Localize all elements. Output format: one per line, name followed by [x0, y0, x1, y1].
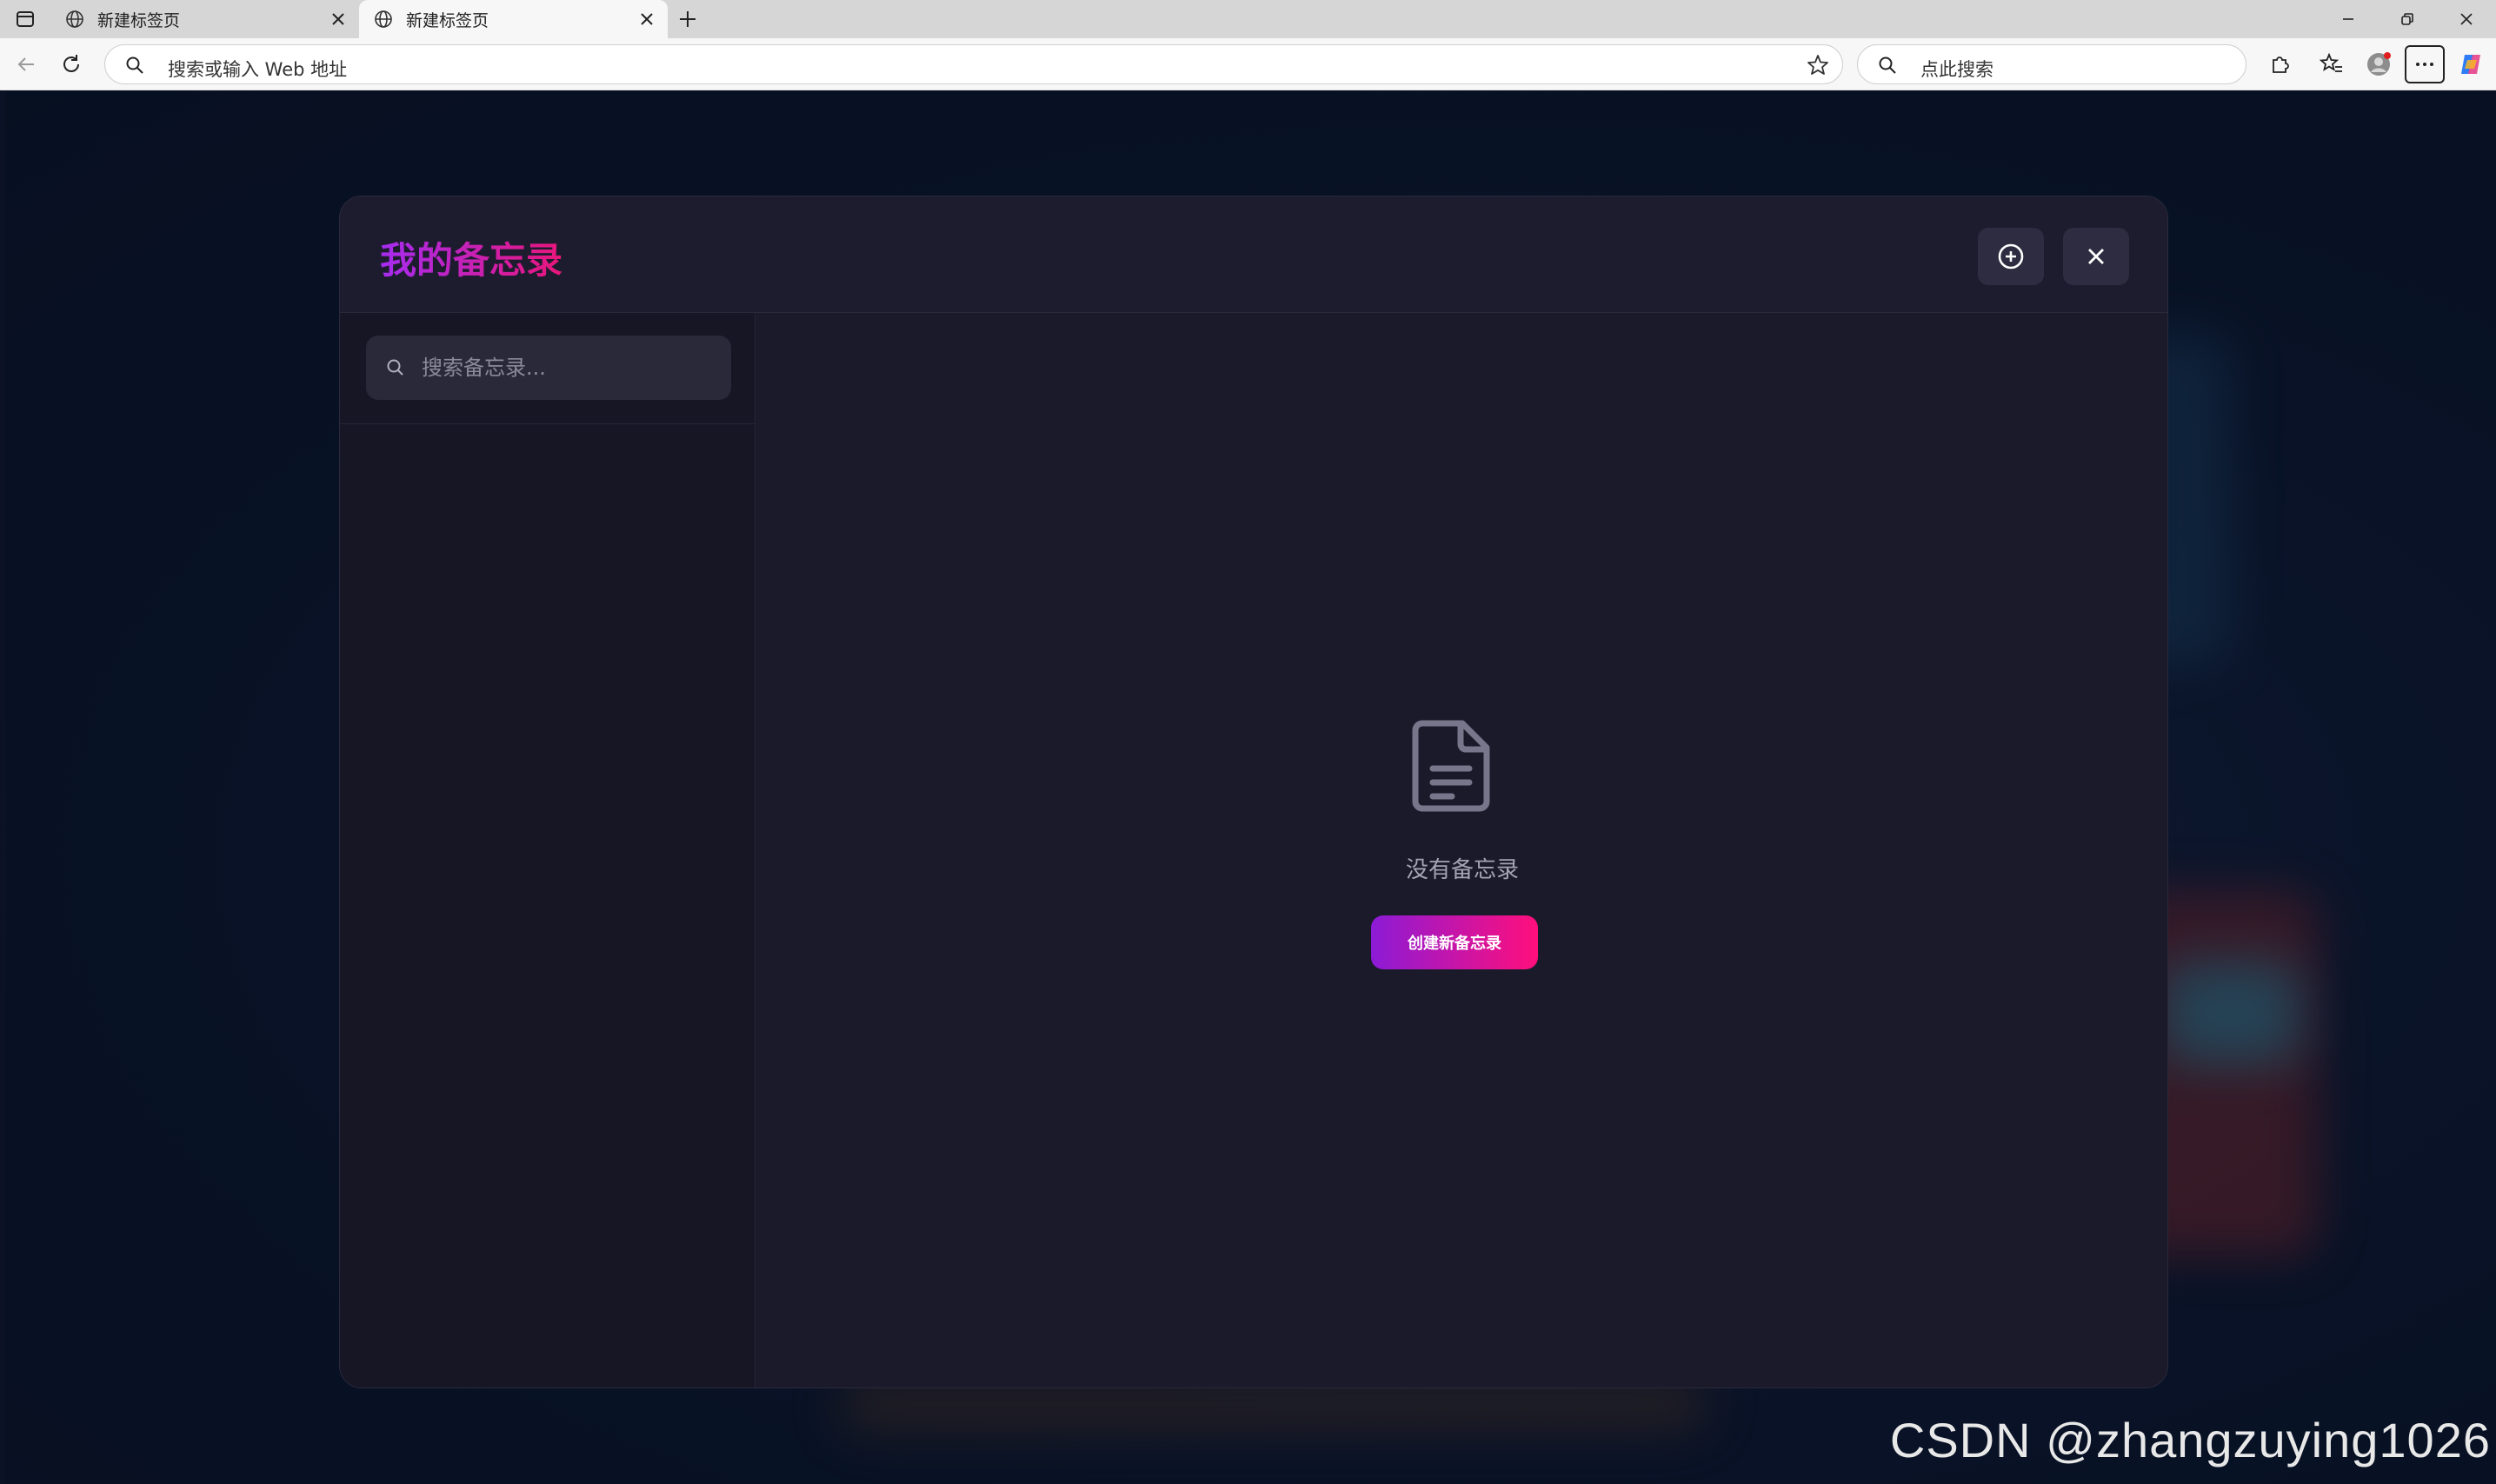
globe-icon	[66, 10, 83, 28]
minimize-icon	[2343, 18, 2353, 20]
globe-icon	[375, 10, 392, 28]
search-icon	[387, 359, 403, 376]
plus-icon	[680, 11, 696, 27]
watermark-text: CSDN @zhangzuying1026	[1889, 1413, 2491, 1467]
memo-content-pane: 没有备忘录 创建新备忘录	[755, 313, 2167, 1388]
memo-search-area	[340, 313, 755, 424]
close-tab-button[interactable]	[636, 9, 657, 30]
close-icon	[332, 13, 344, 25]
favorite-star-icon[interactable]	[1806, 53, 1830, 77]
back-button[interactable]	[12, 50, 40, 78]
close-tab-button[interactable]	[328, 9, 349, 30]
blurred-background-accent	[2161, 961, 2300, 1065]
modal-title: 我的备忘录	[380, 231, 562, 284]
add-memo-button[interactable]	[1978, 228, 2044, 285]
close-modal-button[interactable]	[2063, 228, 2129, 285]
search-icon	[126, 57, 143, 74]
close-icon	[641, 13, 653, 25]
memo-sidebar	[340, 313, 755, 1388]
extensions-button[interactable]	[2266, 50, 2293, 78]
modal-header: 我的备忘录	[340, 196, 2167, 313]
favorites-list-icon	[2320, 52, 2342, 72]
avatar-icon	[2367, 52, 2391, 76]
memo-search-input[interactable]	[422, 336, 717, 400]
copilot-icon	[2461, 55, 2480, 74]
tab-title: 新建标签页	[97, 10, 181, 30]
arrow-left-icon	[17, 57, 34, 71]
memo-search-box[interactable]	[366, 336, 731, 400]
new-tab-button[interactable]	[668, 0, 708, 38]
document-icon	[1412, 720, 1490, 812]
favorites-button[interactable]	[2318, 50, 2346, 78]
browser-tab-1[interactable]: 新建标签页	[50, 0, 359, 38]
tab-actions-icon	[17, 11, 34, 27]
copilot-button[interactable]	[2457, 50, 2485, 78]
tab-actions-button[interactable]	[0, 0, 50, 38]
address-placeholder: 搜索或输入 Web 地址	[168, 59, 348, 80]
close-icon	[2460, 13, 2473, 25]
restore-icon	[2401, 13, 2413, 25]
window-controls	[2319, 0, 2496, 38]
minimize-button[interactable]	[2319, 0, 2378, 38]
empty-state-text: 没有备忘录	[1405, 857, 1519, 883]
memo-modal: 我的备忘录 没有备忘录 创建新备忘录	[339, 196, 2168, 1388]
search-icon	[1879, 57, 1896, 74]
tab-bar: 新建标签页 新建标签页	[0, 0, 2496, 38]
search-placeholder: 点此搜索	[1920, 59, 1993, 80]
more-options-button[interactable]	[2405, 45, 2445, 83]
address-bar[interactable]: 搜索或输入 Web 地址	[104, 44, 1843, 84]
browser-tab-2[interactable]: 新建标签页	[359, 0, 668, 38]
profile-button[interactable]	[2365, 50, 2393, 78]
refresh-button[interactable]	[57, 50, 85, 78]
create-memo-button[interactable]: 创建新备忘录	[1371, 915, 1538, 969]
puzzle-icon	[2273, 57, 2289, 73]
restore-button[interactable]	[2378, 0, 2437, 38]
refresh-icon	[63, 55, 79, 72]
close-icon	[2088, 249, 2104, 264]
close-window-button[interactable]	[2437, 0, 2496, 38]
browser-toolbar: 搜索或输入 Web 地址 点此搜索	[0, 38, 2496, 90]
web-search-box[interactable]: 点此搜索	[1857, 44, 2246, 84]
tab-title: 新建标签页	[406, 10, 489, 30]
page-background: 我的备忘录 没有备忘录 创建新备忘录 CSDN @zhangzuying1026	[5, 91, 2496, 1484]
more-dots-icon	[2416, 63, 2433, 66]
plus-circle-icon	[1998, 243, 2024, 270]
